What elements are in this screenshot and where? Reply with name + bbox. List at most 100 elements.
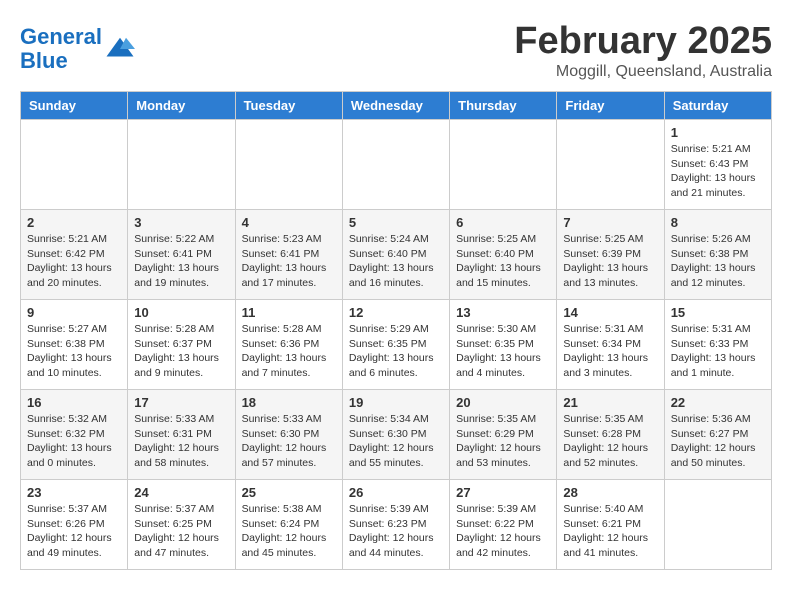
day-number: 25 [242, 485, 336, 500]
day-number: 8 [671, 215, 765, 230]
calendar-cell [450, 120, 557, 210]
day-info: Sunrise: 5:30 AM Sunset: 6:35 PM Dayligh… [456, 322, 550, 381]
logo-text: General [20, 25, 102, 49]
calendar-subtitle: Moggill, Queensland, Australia [514, 63, 772, 81]
week-row-3: 9Sunrise: 5:27 AM Sunset: 6:38 PM Daylig… [21, 300, 772, 390]
calendar-cell: 7 Sunrise: 5:25 AM Sunset: 6:39 PM Daylig… [557, 210, 664, 300]
calendar-cell [664, 480, 771, 570]
day-number: 23 [27, 485, 121, 500]
calendar-cell: 19 Sunrise: 5:34 AM Sunset: 6:30 PM Dayli… [342, 390, 449, 480]
calendar-cell: 11 Sunrise: 5:28 AM Sunset: 6:36 PM Dayli… [235, 300, 342, 390]
day-header-monday: Monday [128, 92, 235, 120]
calendar-cell [342, 120, 449, 210]
calendar-cell: 21 Sunrise: 5:35 AM Sunset: 6:28 PM Dayli… [557, 390, 664, 480]
logo-icon [105, 34, 135, 64]
day-header-sunday: Sunday [21, 92, 128, 120]
calendar-cell: 4 Sunrise: 5:23 AM Sunset: 6:41 PM Daylig… [235, 210, 342, 300]
day-number: 9 [27, 305, 121, 320]
day-number: 3 [134, 215, 228, 230]
calendar-cell: 1 Sunrise: 5:21 AM Sunset: 6:43 PM Daylig… [664, 120, 771, 210]
calendar-cell: 6Sunrise: 5:25 AM Sunset: 6:40 PM Daylig… [450, 210, 557, 300]
calendar-table: SundayMondayTuesdayWednesdayThursdayFrid… [20, 91, 772, 570]
day-header-tuesday: Tuesday [235, 92, 342, 120]
day-info: Sunrise: 5:32 AM Sunset: 6:32 PM Dayligh… [27, 412, 121, 471]
day-number: 1 [671, 125, 765, 140]
calendar-cell [235, 120, 342, 210]
calendar-cell: 2 Sunrise: 5:21 AM Sunset: 6:42 PM Daylig… [21, 210, 128, 300]
calendar-cell: 12 Sunrise: 5:29 AM Sunset: 6:35 PM Dayli… [342, 300, 449, 390]
day-info: Sunrise: 5:23 AM Sunset: 6:41 PM Dayligh… [242, 232, 336, 291]
day-header-saturday: Saturday [664, 92, 771, 120]
day-info: Sunrise: 5:21 AM Sunset: 6:42 PM Dayligh… [27, 232, 121, 291]
day-header-friday: Friday [557, 92, 664, 120]
day-info: Sunrise: 5:21 AM Sunset: 6:43 PM Dayligh… [671, 142, 765, 201]
day-number: 7 [563, 215, 657, 230]
day-number: 4 [242, 215, 336, 230]
day-number: 12 [349, 305, 443, 320]
week-row-2: 2 Sunrise: 5:21 AM Sunset: 6:42 PM Daylig… [21, 210, 772, 300]
day-info: Sunrise: 5:33 AM Sunset: 6:31 PM Dayligh… [134, 412, 228, 471]
week-row-1: 1 Sunrise: 5:21 AM Sunset: 6:43 PM Daylig… [21, 120, 772, 210]
day-number: 18 [242, 395, 336, 410]
day-header-thursday: Thursday [450, 92, 557, 120]
calendar-cell: 18 Sunrise: 5:33 AM Sunset: 6:30 PM Dayli… [235, 390, 342, 480]
day-number: 16 [27, 395, 121, 410]
calendar-cell: 16 Sunrise: 5:32 AM Sunset: 6:32 PM Dayli… [21, 390, 128, 480]
week-row-5: 23 Sunrise: 5:37 AM Sunset: 6:26 PM Dayli… [21, 480, 772, 570]
day-info: Sunrise: 5:37 AM Sunset: 6:25 PM Dayligh… [134, 502, 228, 561]
day-info: Sunrise: 5:39 AM Sunset: 6:23 PM Dayligh… [349, 502, 443, 561]
calendar-cell: 26Sunrise: 5:39 AM Sunset: 6:23 PM Dayli… [342, 480, 449, 570]
logo-general: General [20, 24, 102, 49]
calendar-cell: 9Sunrise: 5:27 AM Sunset: 6:38 PM Daylig… [21, 300, 128, 390]
day-info: Sunrise: 5:31 AM Sunset: 6:33 PM Dayligh… [671, 322, 765, 381]
day-info: Sunrise: 5:31 AM Sunset: 6:34 PM Dayligh… [563, 322, 657, 381]
calendar-cell: 20Sunrise: 5:35 AM Sunset: 6:29 PM Dayli… [450, 390, 557, 480]
day-info: Sunrise: 5:37 AM Sunset: 6:26 PM Dayligh… [27, 502, 121, 561]
day-number: 11 [242, 305, 336, 320]
calendar-cell: 15 Sunrise: 5:31 AM Sunset: 6:33 PM Dayli… [664, 300, 771, 390]
day-number: 14 [563, 305, 657, 320]
day-info: Sunrise: 5:34 AM Sunset: 6:30 PM Dayligh… [349, 412, 443, 471]
logo: General Blue [20, 25, 135, 73]
calendar-cell: 8 Sunrise: 5:26 AM Sunset: 6:38 PM Daylig… [664, 210, 771, 300]
week-row-4: 16 Sunrise: 5:32 AM Sunset: 6:32 PM Dayli… [21, 390, 772, 480]
day-number: 13 [456, 305, 550, 320]
calendar-cell: 23 Sunrise: 5:37 AM Sunset: 6:26 PM Dayli… [21, 480, 128, 570]
logo-blue: Blue [20, 49, 102, 73]
day-info: Sunrise: 5:36 AM Sunset: 6:27 PM Dayligh… [671, 412, 765, 471]
day-info: Sunrise: 5:35 AM Sunset: 6:28 PM Dayligh… [563, 412, 657, 471]
day-info: Sunrise: 5:39 AM Sunset: 6:22 PM Dayligh… [456, 502, 550, 561]
day-info: Sunrise: 5:26 AM Sunset: 6:38 PM Dayligh… [671, 232, 765, 291]
day-number: 15 [671, 305, 765, 320]
calendar-cell: 3 Sunrise: 5:22 AM Sunset: 6:41 PM Daylig… [128, 210, 235, 300]
day-number: 17 [134, 395, 228, 410]
calendar-cell [21, 120, 128, 210]
day-number: 6 [456, 215, 550, 230]
day-number: 21 [563, 395, 657, 410]
day-info: Sunrise: 5:29 AM Sunset: 6:35 PM Dayligh… [349, 322, 443, 381]
calendar-cell: 14 Sunrise: 5:31 AM Sunset: 6:34 PM Dayli… [557, 300, 664, 390]
calendar-cell: 17 Sunrise: 5:33 AM Sunset: 6:31 PM Dayli… [128, 390, 235, 480]
day-number: 28 [563, 485, 657, 500]
calendar-cell [128, 120, 235, 210]
day-number: 24 [134, 485, 228, 500]
calendar-cell: 24 Sunrise: 5:37 AM Sunset: 6:25 PM Dayli… [128, 480, 235, 570]
calendar-cell: 22Sunrise: 5:36 AM Sunset: 6:27 PM Dayli… [664, 390, 771, 480]
day-number: 5 [349, 215, 443, 230]
day-number: 20 [456, 395, 550, 410]
calendar-cell: 10 Sunrise: 5:28 AM Sunset: 6:37 PM Dayli… [128, 300, 235, 390]
day-number: 10 [134, 305, 228, 320]
calendar-cell: 25Sunrise: 5:38 AM Sunset: 6:24 PM Dayli… [235, 480, 342, 570]
day-number: 2 [27, 215, 121, 230]
day-info: Sunrise: 5:33 AM Sunset: 6:30 PM Dayligh… [242, 412, 336, 471]
day-info: Sunrise: 5:28 AM Sunset: 6:37 PM Dayligh… [134, 322, 228, 381]
day-info: Sunrise: 5:40 AM Sunset: 6:21 PM Dayligh… [563, 502, 657, 561]
day-info: Sunrise: 5:24 AM Sunset: 6:40 PM Dayligh… [349, 232, 443, 291]
day-info: Sunrise: 5:28 AM Sunset: 6:36 PM Dayligh… [242, 322, 336, 381]
calendar-header-row: SundayMondayTuesdayWednesdayThursdayFrid… [21, 92, 772, 120]
day-info: Sunrise: 5:25 AM Sunset: 6:39 PM Dayligh… [563, 232, 657, 291]
calendar-cell: 27 Sunrise: 5:39 AM Sunset: 6:22 PM Dayli… [450, 480, 557, 570]
day-info: Sunrise: 5:22 AM Sunset: 6:41 PM Dayligh… [134, 232, 228, 291]
day-number: 19 [349, 395, 443, 410]
day-number: 27 [456, 485, 550, 500]
